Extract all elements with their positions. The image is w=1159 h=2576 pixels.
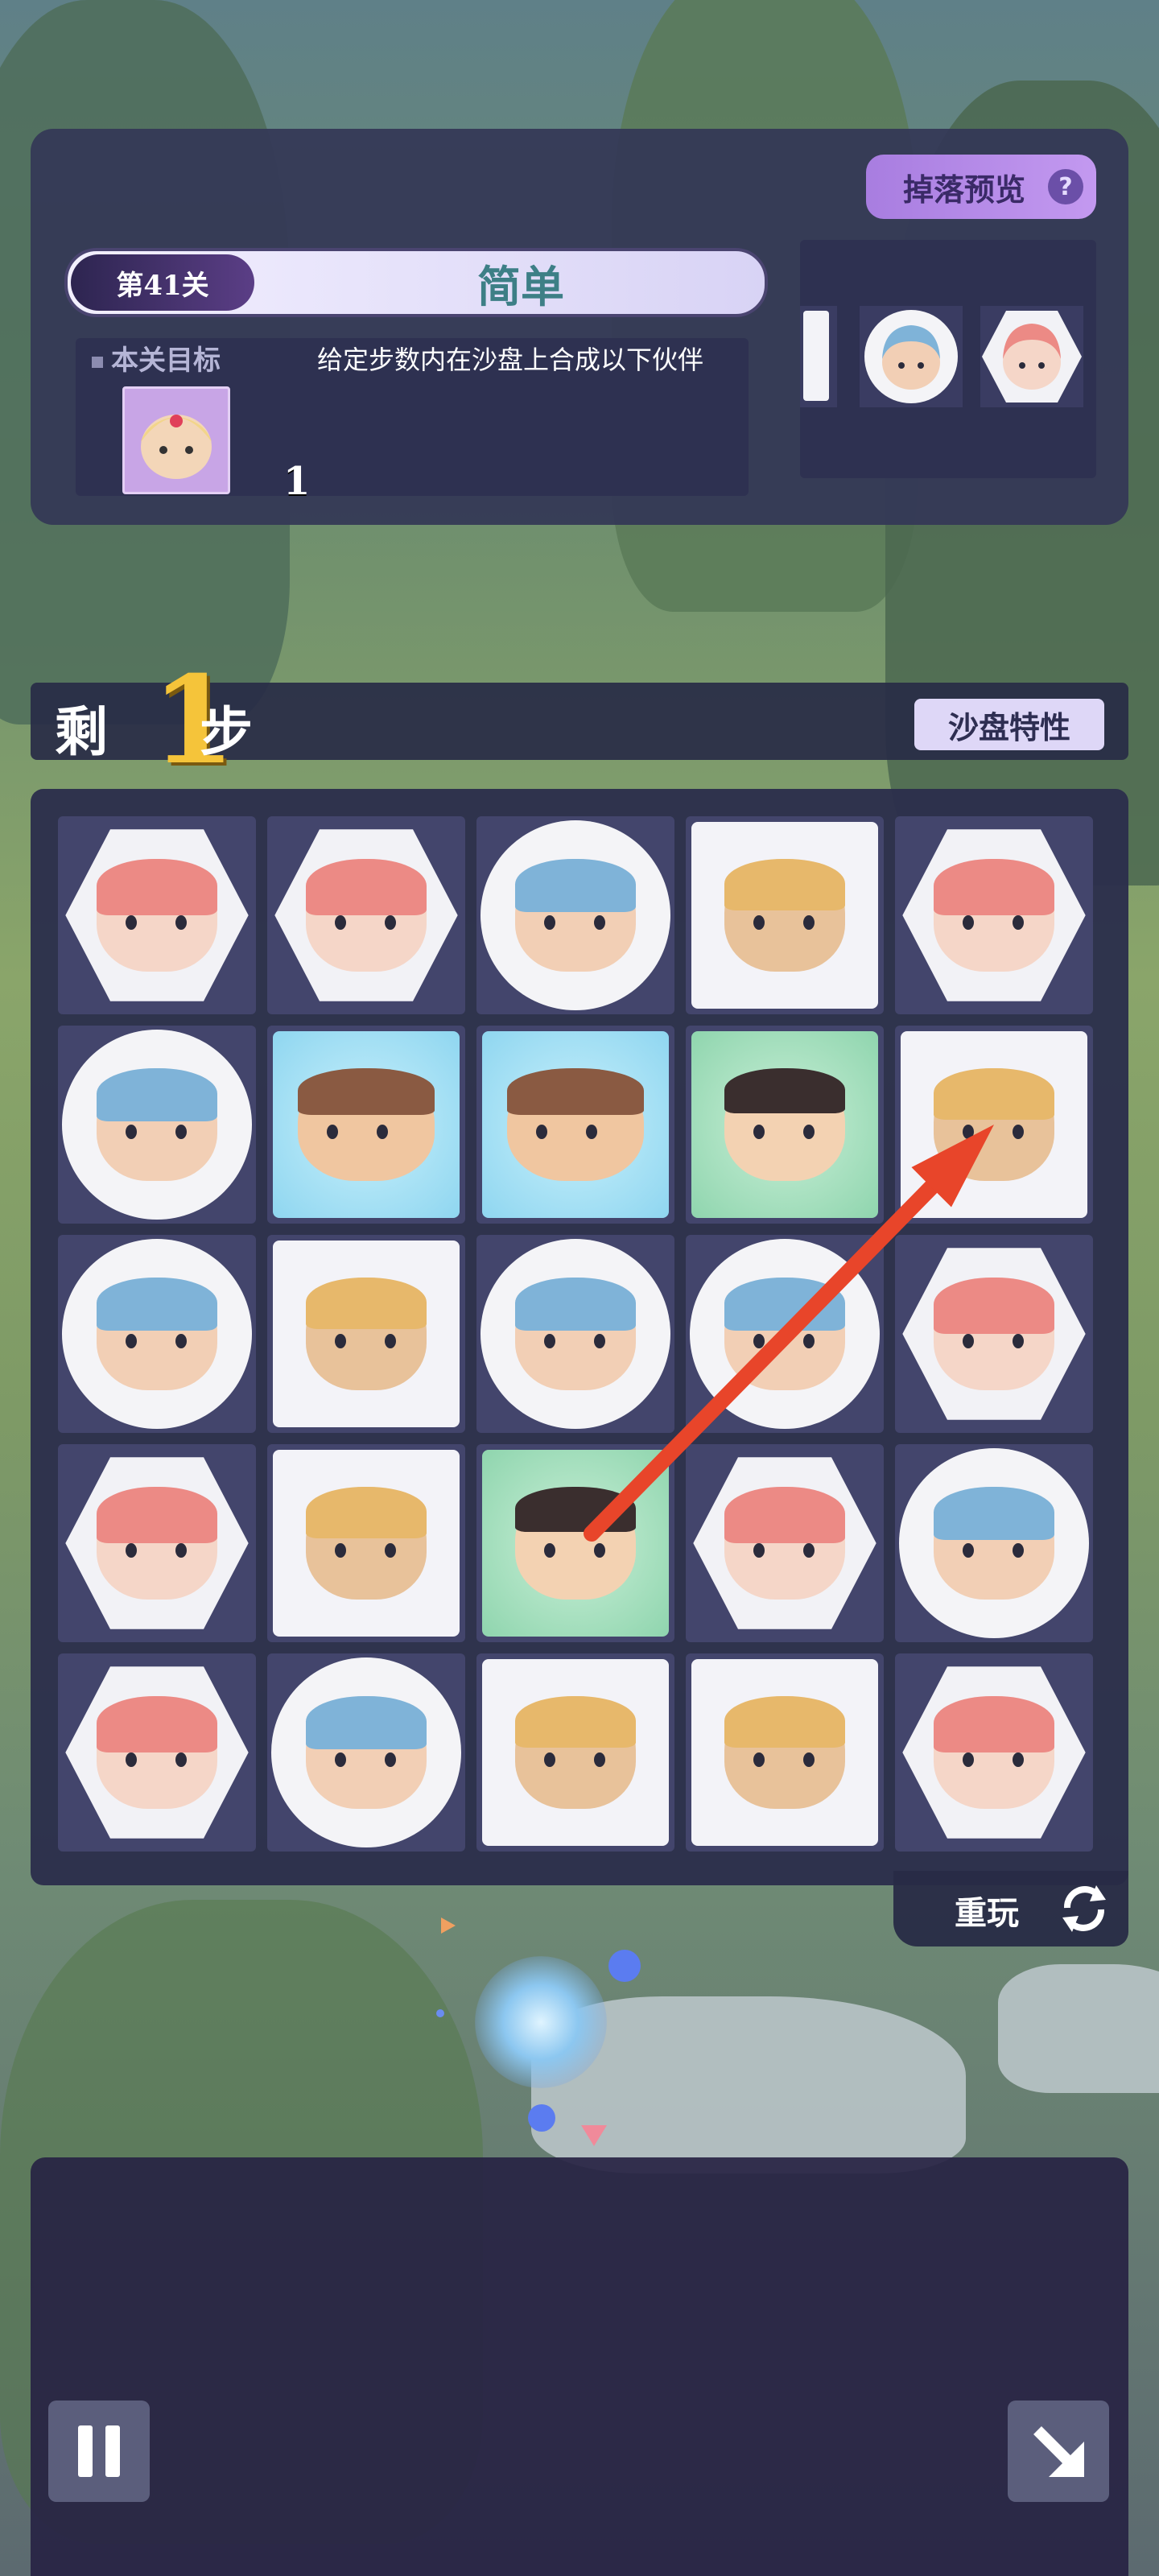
exit-arrow-icon [1033,2426,1084,2477]
sparkle-dot [608,1950,641,1982]
board-features-button[interactable]: 沙盘特性 [914,699,1104,750]
drop-preview-button[interactable]: 掉落预览 ? [866,155,1096,219]
target-partner-icon [141,415,212,479]
hint-arrow [584,1125,994,1542]
help-icon[interactable]: ? [1048,169,1083,204]
sparkle-triangle [581,2125,607,2146]
exit-button[interactable] [1008,2401,1109,2502]
drop-slot [800,306,837,407]
hint-arrow-shaft [584,1179,940,1542]
sparkle-dot [528,2104,555,2132]
goal-description: 给定步数内在沙盘上合成以下伙伴 [317,345,704,375]
pause-button[interactable] [48,2401,150,2502]
difficulty-label: 简单 [477,261,564,312]
drop-slot [860,306,963,407]
replay-label: 重玩 [955,1895,1019,1932]
level-goal: 本关目标 给定步数内在沙盘上合成以下伙伴 1 [76,338,749,504]
bottom-panel [31,2157,1128,2576]
refresh-icon [1062,1885,1106,1932]
goal-label: 本关目标 [92,338,221,378]
drop-preview-list[interactable] [800,240,1096,478]
level-bar: 第41关 简单 [64,248,768,317]
sparkle-dot [436,2009,444,2017]
game-board [31,789,1128,1885]
pause-icon [78,2425,93,2477]
steps-suffix: 步 [200,700,253,763]
replay-button[interactable]: 重玩 [893,1871,1128,1946]
magic-orb [475,1956,607,2088]
drop-preview-label: 掉落预览 [903,171,1026,208]
goal-target-partner[interactable] [122,386,230,494]
steps-prefix: 剩 [55,700,108,763]
drop-slot [980,306,1083,407]
level-number: 第41关 [71,254,254,311]
goal-target-count: 1 [283,459,311,504]
sparkle-triangle [441,1918,456,1934]
